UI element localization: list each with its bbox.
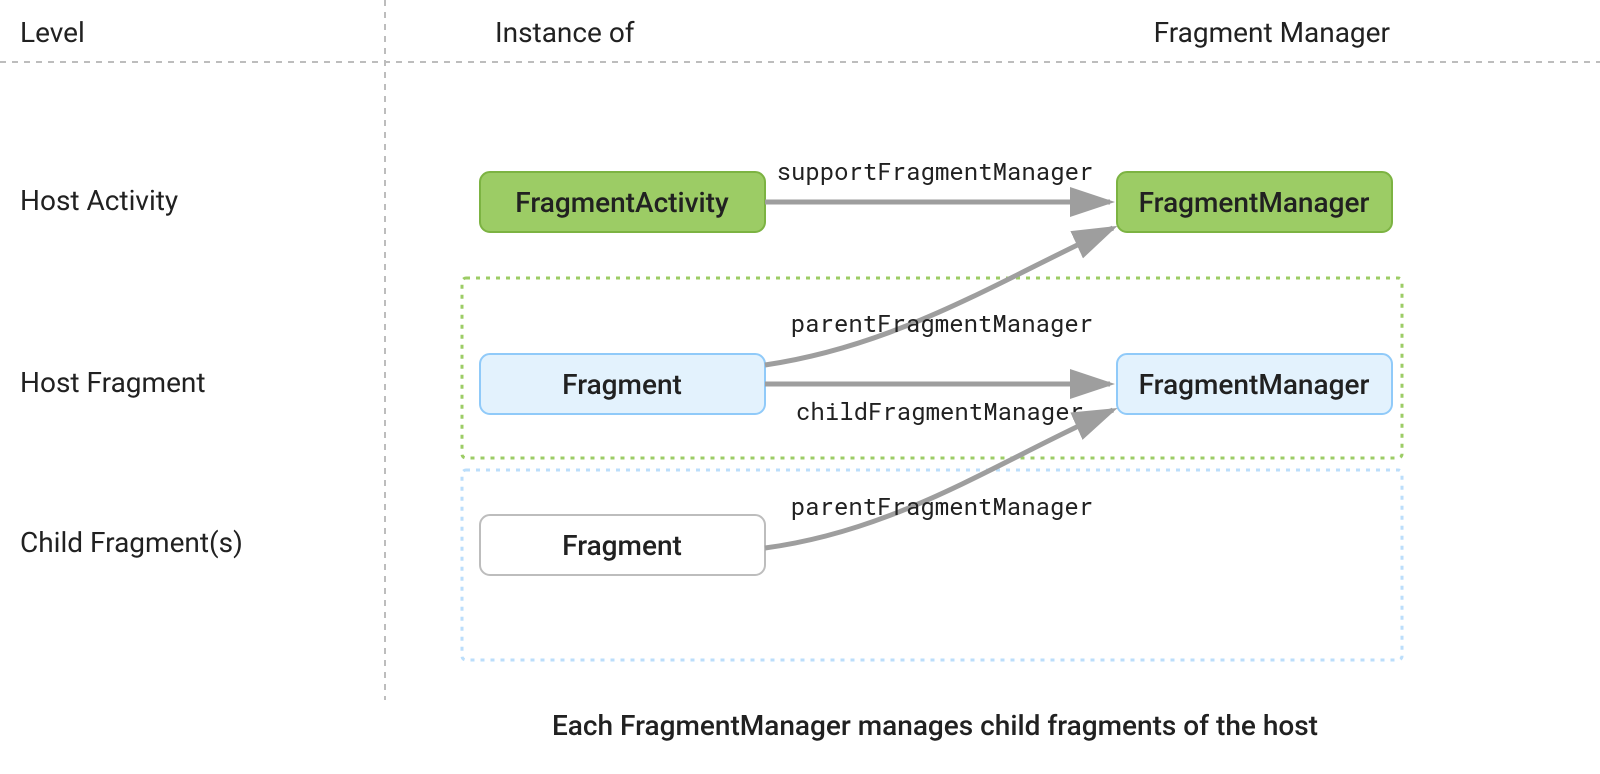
node-fragment-manager-1-label: FragmentManager [1139, 186, 1370, 219]
header-fragment-manager: Fragment Manager [1154, 16, 1391, 49]
node-fragment-activity: FragmentActivity [480, 172, 765, 232]
header-instance-of: Instance of [495, 16, 635, 49]
edge-parent-fm-1-label: parentFragmentManager [791, 307, 1093, 339]
diagram-caption: Each FragmentManager manages child fragm… [552, 709, 1318, 742]
header-level: Level [20, 16, 85, 49]
edge-parent-fm-2 [765, 410, 1113, 548]
edge-support-fm-label: supportFragmentManager [777, 155, 1094, 187]
node-fragment-1-label: Fragment [562, 368, 682, 401]
node-fragment-manager-2: FragmentManager [1117, 354, 1392, 414]
node-fragment-2: Fragment [480, 515, 765, 575]
node-fragment-1: Fragment [480, 354, 765, 414]
node-fragment-manager-2-label: FragmentManager [1139, 368, 1370, 401]
edge-parent-fm-2-label: parentFragmentManager [791, 490, 1093, 522]
edge-parent-fm-1 [765, 228, 1113, 365]
node-fragment-activity-label: FragmentActivity [515, 186, 729, 219]
node-fragment-manager-1: FragmentManager [1117, 172, 1392, 232]
edge-child-fm-label: childFragmentManager [796, 395, 1084, 427]
diagram-canvas: Level Instance of Fragment Manager Host … [0, 0, 1600, 774]
level-child-fragments: Child Fragment(s) [20, 526, 243, 559]
node-fragment-2-label: Fragment [562, 529, 682, 562]
level-host-fragment: Host Fragment [20, 366, 206, 399]
level-host-activity: Host Activity [20, 184, 178, 217]
